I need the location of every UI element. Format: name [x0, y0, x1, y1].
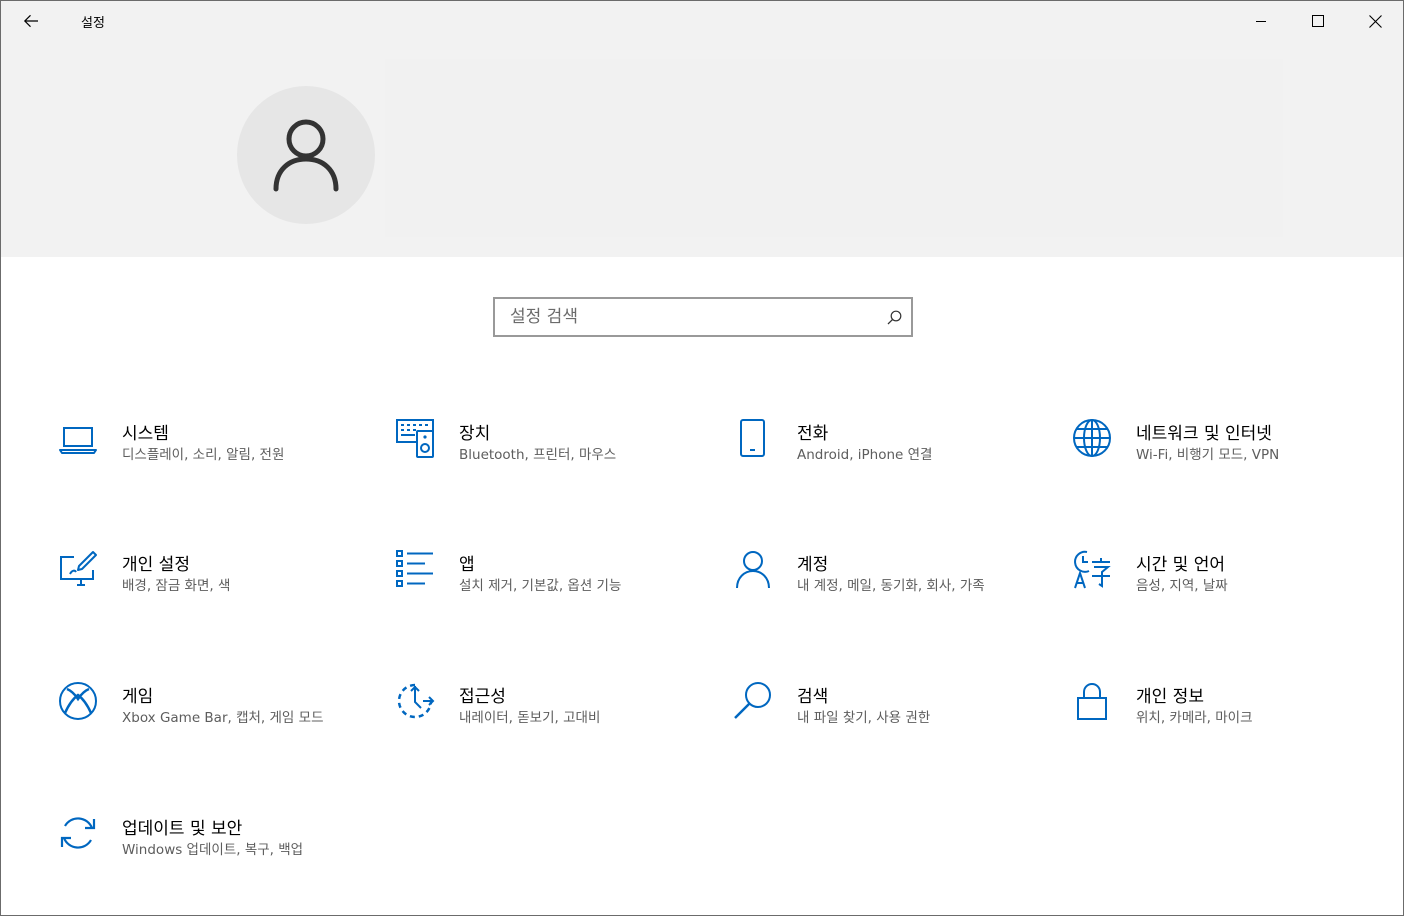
category-ease-of-access[interactable]: 접근성 내레이터, 돋보기, 고대비 [395, 682, 695, 792]
category-title: 접근성 [459, 687, 506, 707]
category-title: 계정 [797, 555, 829, 575]
person-icon [733, 550, 773, 590]
category-description: 음성, 지역, 날짜 [1136, 578, 1228, 594]
category-accounts[interactable]: 계정 내 계정, 메일, 동기화, 회사, 가족 [733, 550, 1033, 660]
category-personalization[interactable]: 개인 설정 배경, 잠금 화면, 색 [58, 550, 358, 660]
maximize-button[interactable] [1290, 1, 1346, 41]
category-description: Wi-Fi, 비행기 모드, VPN [1136, 447, 1280, 463]
phone-icon [733, 419, 773, 459]
category-description: 설치 제거, 기본값, 옵션 기능 [459, 578, 622, 594]
globe-icon [1072, 419, 1112, 459]
close-button[interactable] [1347, 1, 1403, 41]
app-list-icon [395, 550, 435, 590]
category-description: Bluetooth, 프린터, 마우스 [459, 447, 617, 463]
category-title: 앱 [459, 555, 475, 575]
category-update-security[interactable]: 업데이트 및 보안 Windows 업데이트, 복구, 백업 [58, 814, 358, 915]
ease-of-access-icon [395, 682, 435, 722]
magnifier-icon [733, 682, 773, 722]
category-gaming[interactable]: 게임 Xbox Game Bar, 캡처, 게임 모드 [58, 682, 358, 792]
category-phone[interactable]: 전화 Android, iPhone 연결 [733, 419, 1033, 529]
maximize-icon [1312, 15, 1324, 27]
category-description: 내 파일 찾기, 사용 권한 [797, 710, 931, 726]
time-language-icon [1072, 550, 1112, 590]
laptop-icon [58, 419, 98, 459]
category-title: 검색 [797, 687, 829, 707]
category-title: 개인 설정 [122, 555, 190, 575]
profile-avatar[interactable] [237, 86, 375, 224]
xbox-icon [58, 682, 98, 722]
search-icon[interactable] [877, 299, 911, 335]
settings-window: 설정 설정 검색 시스템 디스플레이, 소리, 알림, 전원 장치 Blueto… [0, 0, 1404, 916]
category-system[interactable]: 시스템 디스플레이, 소리, 알림, 전원 [58, 419, 358, 529]
window-title: 설정 [81, 16, 105, 31]
category-time-language[interactable]: 시간 및 언어 음성, 지역, 날짜 [1072, 550, 1372, 660]
settings-header: 설정 [1, 1, 1403, 257]
category-description: 위치, 카메라, 마이크 [1136, 710, 1253, 726]
category-title: 전화 [797, 424, 829, 444]
category-title: 게임 [122, 687, 154, 707]
category-title: 장치 [459, 424, 491, 444]
category-title: 시스템 [122, 424, 169, 444]
category-apps[interactable]: 앱 설치 제거, 기본값, 옵션 기능 [395, 550, 695, 660]
category-title: 개인 정보 [1136, 687, 1204, 707]
back-button[interactable] [11, 5, 51, 37]
settings-search-box[interactable] [493, 297, 913, 337]
category-description: 내 계정, 메일, 동기화, 회사, 가족 [797, 578, 985, 594]
category-title: 네트워크 및 인터넷 [1136, 424, 1272, 444]
category-description: Android, iPhone 연결 [797, 447, 933, 463]
minimize-icon [1256, 21, 1266, 22]
category-devices[interactable]: 장치 Bluetooth, 프린터, 마우스 [395, 419, 695, 529]
category-description: Windows 업데이트, 복구, 백업 [122, 842, 304, 858]
category-search[interactable]: 검색 내 파일 찾기, 사용 권한 [733, 682, 1033, 792]
account-info-area [385, 59, 1283, 237]
search-input[interactable] [495, 299, 877, 335]
category-title: 업데이트 및 보안 [122, 819, 243, 839]
lock-icon [1072, 682, 1112, 722]
category-privacy[interactable]: 개인 정보 위치, 카메라, 마이크 [1072, 682, 1372, 792]
category-description: 내레이터, 돋보기, 고대비 [459, 710, 601, 726]
category-description: Xbox Game Bar, 캡처, 게임 모드 [122, 710, 324, 726]
minimize-button[interactable] [1233, 1, 1289, 41]
title-bar: 설정 [1, 1, 1403, 41]
paint-screen-icon [58, 550, 98, 590]
user-avatar-icon [273, 119, 339, 192]
back-arrow-icon [23, 14, 38, 28]
sync-icon [58, 814, 98, 854]
category-description: 배경, 잠금 화면, 색 [122, 578, 231, 594]
keyboard-speaker-icon [395, 419, 435, 459]
category-title: 시간 및 언어 [1136, 555, 1226, 575]
category-description: 디스플레이, 소리, 알림, 전원 [122, 447, 285, 463]
close-icon [1368, 14, 1382, 28]
category-network[interactable]: 네트워크 및 인터넷 Wi-Fi, 비행기 모드, VPN [1072, 419, 1372, 529]
